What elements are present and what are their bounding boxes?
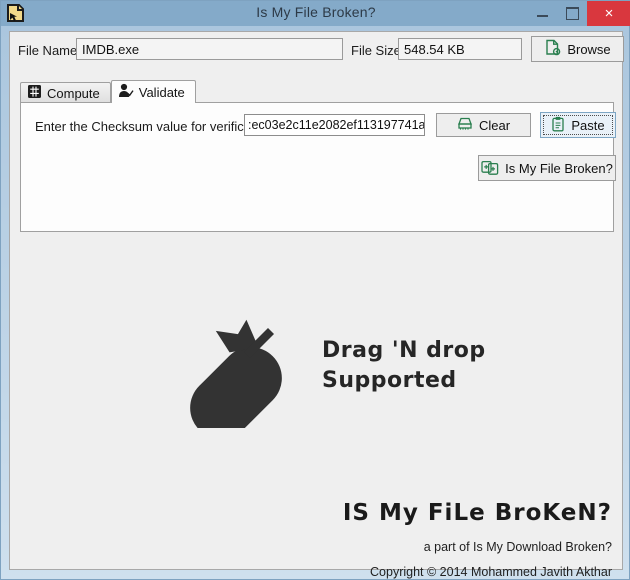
drag-drop-line2: Supported xyxy=(322,367,457,393)
title-bar: Is My File Broken? × xyxy=(1,1,630,26)
validate-tab-panel: Enter the Checksum value for verificatio… xyxy=(20,102,616,232)
browse-button[interactable]: Browse xyxy=(531,36,624,62)
checksum-label: Enter the Checksum value for verificatio… xyxy=(35,119,272,134)
tab-compute-label: Compute xyxy=(47,85,100,101)
bomb-icon xyxy=(170,300,298,439)
paste-button[interactable]: Paste xyxy=(540,112,616,138)
calculator-grid-icon xyxy=(27,84,42,102)
close-button[interactable]: × xyxy=(587,1,630,26)
maximize-button[interactable] xyxy=(557,1,587,26)
focus-ring xyxy=(543,115,613,135)
brand-logo: IS My FiLe BroKeN? xyxy=(342,500,612,526)
minimize-button[interactable] xyxy=(527,1,557,26)
is-my-file-broken-label: Is My File Broken? xyxy=(505,160,613,176)
content-panel: File Name IMDB.exe File Size 548.54 KB B… xyxy=(9,31,624,579)
file-toolbar: File Name IMDB.exe File Size 548.54 KB B… xyxy=(10,36,624,66)
drag-drop-line1: Drag 'N drop xyxy=(322,338,486,363)
application-window: Is My File Broken? × File Name IMDB.exe … xyxy=(0,0,630,580)
window-controls: × xyxy=(527,1,630,26)
browse-button-label: Browse xyxy=(567,41,611,57)
checksum-input[interactable]: :ec03e2c11e2082ef113197741a4fd6 xyxy=(244,114,425,136)
user-check-icon xyxy=(118,83,134,101)
eraser-icon xyxy=(457,116,473,134)
tab-strip: Compute Validate xyxy=(20,80,614,103)
compare-files-icon xyxy=(481,159,499,178)
file-name-input[interactable]: IMDB.exe xyxy=(76,38,343,60)
copyright-text: Copyright © 2014 Mohammed Javith Akthar xyxy=(370,565,612,579)
is-my-file-broken-button[interactable]: Is My File Broken? xyxy=(478,155,616,181)
file-name-label: File Name xyxy=(18,43,78,58)
file-size-input: 548.54 KB xyxy=(398,38,522,60)
clear-button[interactable]: Clear xyxy=(436,113,531,137)
tab-validate-label: Validate xyxy=(138,84,185,100)
file-add-icon xyxy=(544,39,561,59)
file-size-label: File Size xyxy=(351,43,401,58)
brand-tagline: a part of Is My Download Broken? xyxy=(423,540,612,554)
drag-drop-text: Drag 'N drop Supported xyxy=(322,336,486,395)
clear-button-label: Clear xyxy=(478,117,511,133)
tab-compute[interactable]: Compute xyxy=(20,82,111,103)
tab-validate[interactable]: Validate xyxy=(110,80,196,103)
